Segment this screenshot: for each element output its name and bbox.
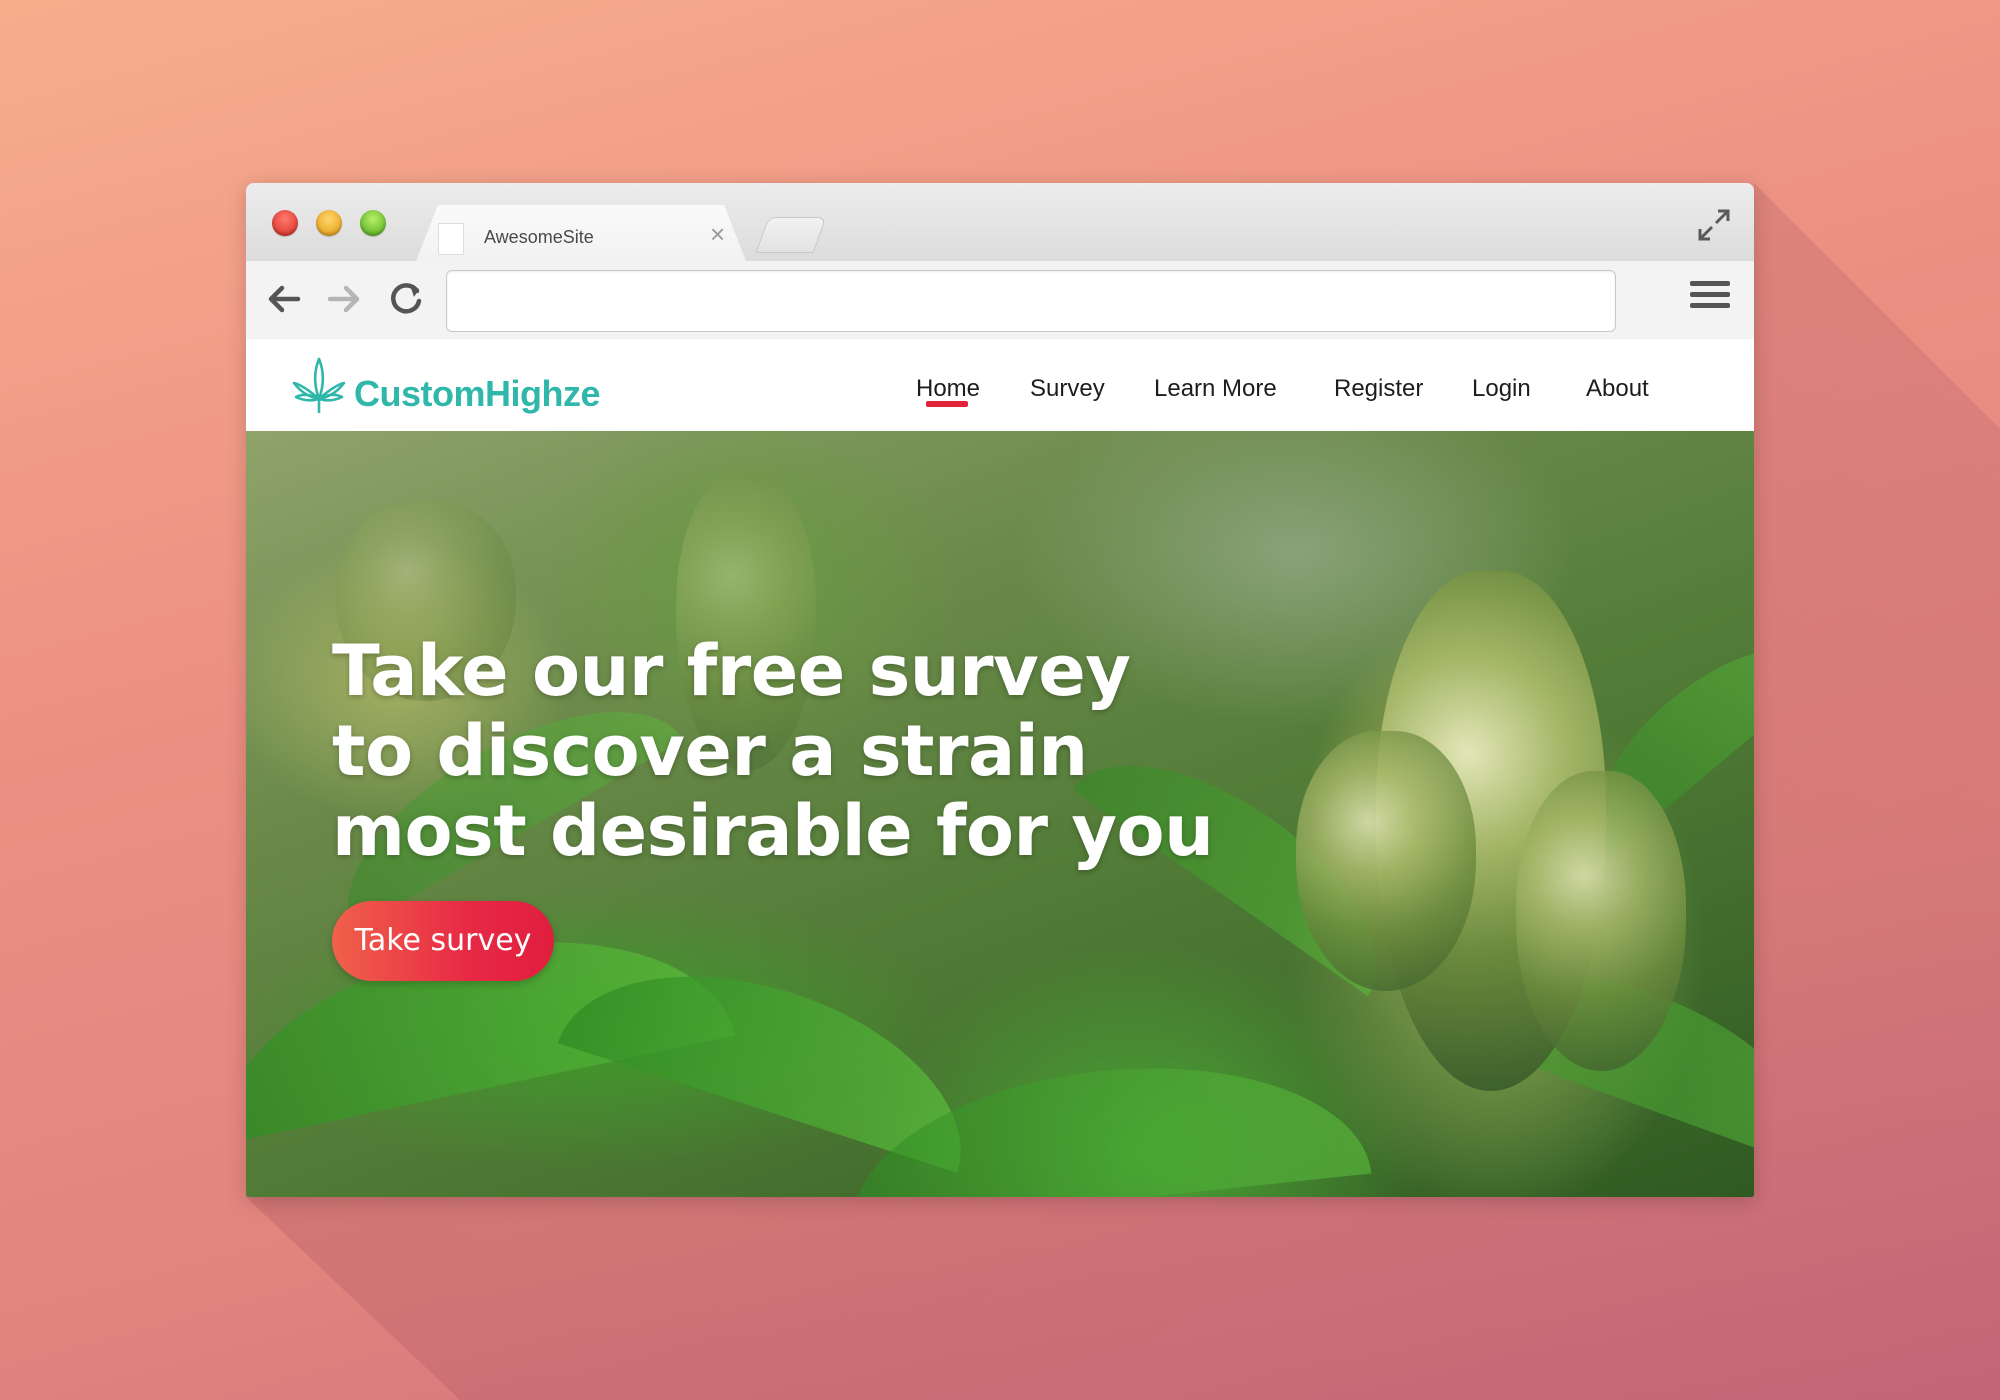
site-navbar: CustomHighze Home Survey Learn More Regi…	[246, 339, 1754, 431]
arrow-right-icon[interactable]	[324, 279, 364, 319]
nav-item-survey[interactable]: Survey	[1030, 375, 1105, 403]
address-bar[interactable]	[446, 270, 1616, 332]
nav-item-about[interactable]: About	[1586, 375, 1649, 403]
browser-toolbar	[246, 261, 1754, 340]
close-window-button[interactable]	[272, 210, 298, 236]
tab-close-icon[interactable]: ×	[710, 221, 725, 247]
hero-title-line-3: most desirable for you	[332, 790, 1214, 872]
nav-item-register[interactable]: Register	[1334, 375, 1423, 403]
hamburger-menu-icon[interactable]	[1690, 281, 1730, 317]
arrow-left-icon[interactable]	[264, 279, 304, 319]
cannabis-leaf-icon[interactable]	[290, 355, 348, 417]
browser-titlebar: AwesomeSite ×	[246, 183, 1754, 261]
new-tab-button[interactable]	[755, 217, 827, 253]
hero-title: Take our free survey to discover a strai…	[332, 630, 1214, 872]
nav-active-indicator	[926, 401, 968, 407]
website: CustomHighze Home Survey Learn More Regi…	[246, 339, 1754, 1197]
nav-item-login[interactable]: Login	[1472, 375, 1531, 403]
zoom-window-button[interactable]	[360, 210, 386, 236]
nav-item-learn-more[interactable]: Learn More	[1154, 375, 1277, 403]
hero-title-line-2: to discover a strain	[332, 710, 1088, 792]
browser-window: AwesomeSite × CustomHighze Home Survey L…	[246, 183, 1754, 1197]
hero-section: Take our free survey to discover a strai…	[246, 431, 1754, 1197]
reload-icon[interactable]	[386, 279, 426, 319]
nav-item-home[interactable]: Home	[916, 375, 980, 403]
expand-icon[interactable]	[1694, 205, 1734, 245]
site-logo-text[interactable]: CustomHighze	[354, 373, 601, 415]
take-survey-button[interactable]: Take survey	[332, 901, 554, 981]
hero-title-line-1: Take our free survey	[332, 630, 1131, 712]
tab-title: AwesomeSite	[484, 227, 594, 247]
page-favicon-icon	[438, 223, 464, 255]
minimize-window-button[interactable]	[316, 210, 342, 236]
